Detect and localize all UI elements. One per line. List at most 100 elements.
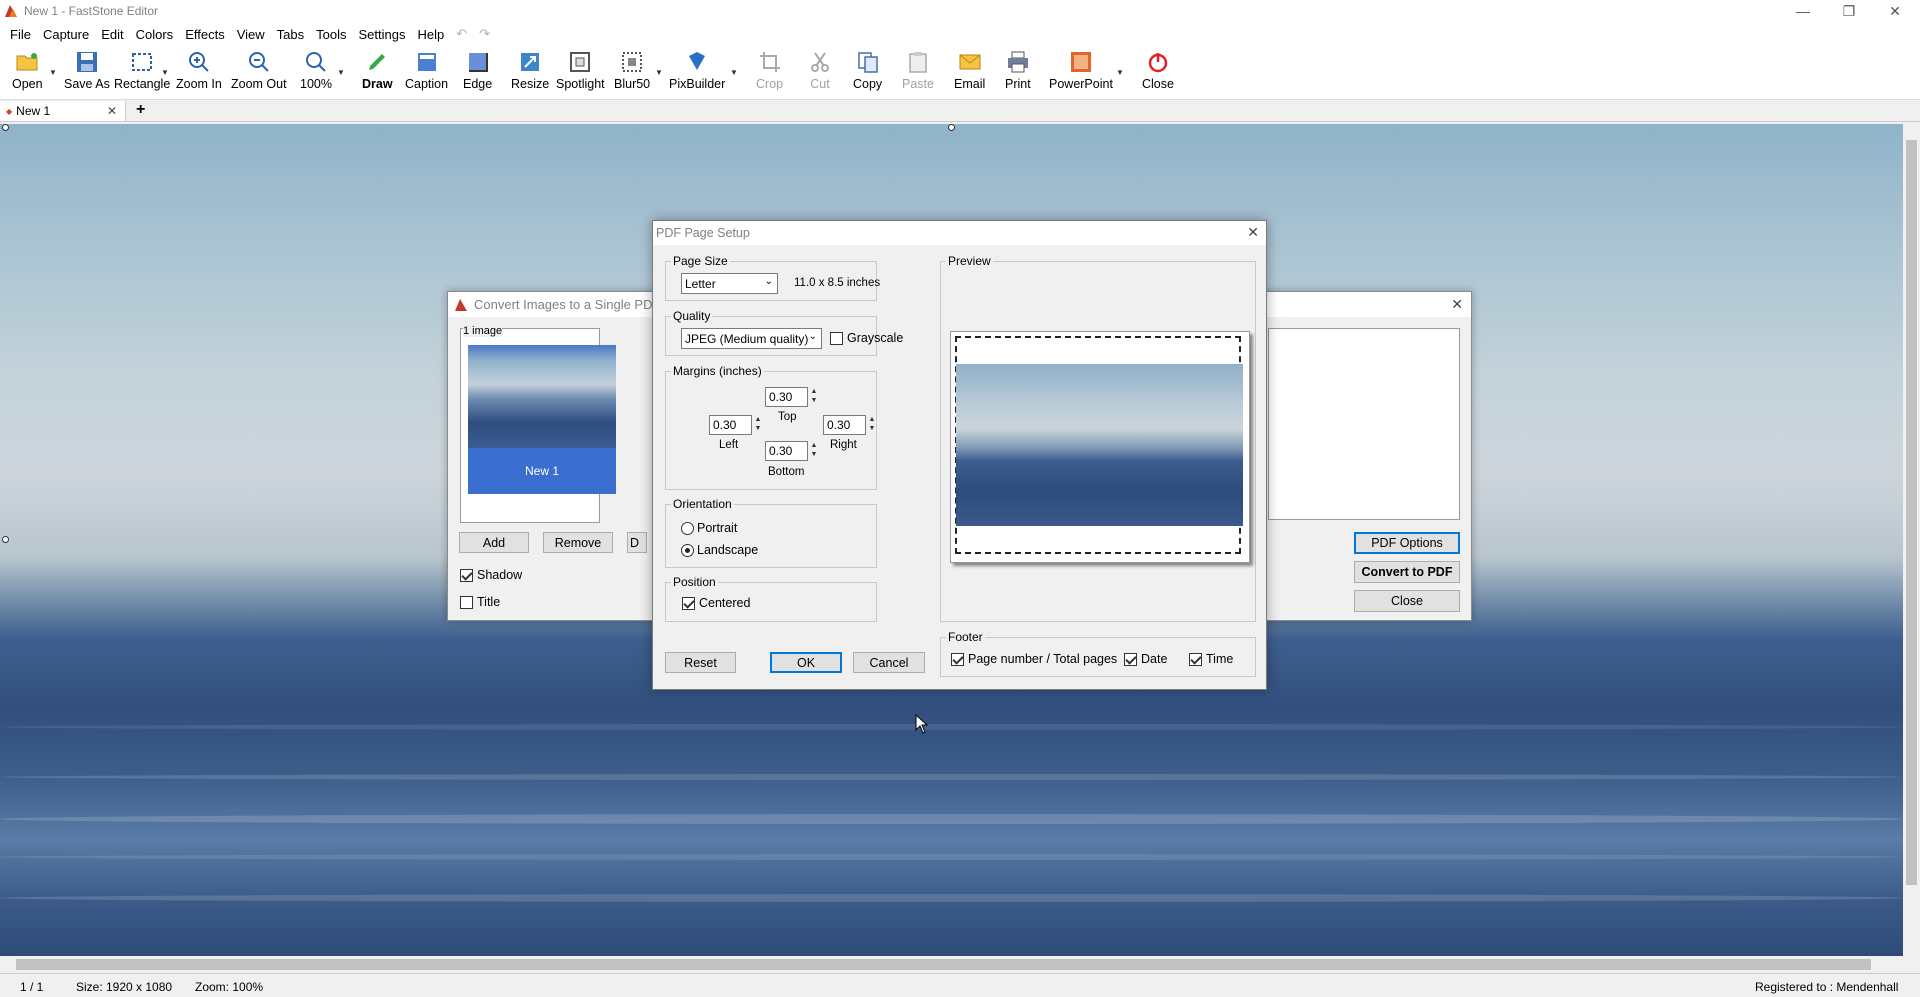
- scroll-thumb[interactable]: [16, 959, 1871, 970]
- menu-view[interactable]: View: [231, 27, 271, 42]
- preview-page: [950, 331, 1250, 563]
- tab-new-1[interactable]: ◆ New 1 ✕: [0, 101, 126, 121]
- crop-button[interactable]: Crop: [756, 50, 783, 98]
- margin-top-spinner[interactable]: 0.30 ▲ ▼: [765, 387, 818, 407]
- ok-button[interactable]: OK: [770, 652, 842, 673]
- spotlight-button[interactable]: Spotlight: [556, 50, 605, 98]
- new-tab-button[interactable]: +: [136, 101, 145, 119]
- spinner-arrows-icon[interactable]: ▲ ▼: [867, 415, 877, 435]
- powerpoint-button[interactable]: PowerPoint: [1049, 50, 1113, 98]
- redo-icon[interactable]: ↷: [473, 26, 496, 42]
- menu-help[interactable]: Help: [411, 27, 450, 42]
- scroll-thumb[interactable]: [1906, 140, 1917, 885]
- edge-icon: [468, 53, 488, 72]
- menu-file[interactable]: File: [4, 27, 37, 42]
- paste-button[interactable]: Paste: [902, 50, 934, 98]
- zoom-out-button[interactable]: Zoom Out: [231, 50, 287, 98]
- close-dialog-button[interactable]: Close: [1354, 590, 1460, 612]
- tab-close-icon[interactable]: ✕: [107, 104, 117, 118]
- resize-handle[interactable]: [948, 124, 955, 131]
- close-image-button[interactable]: Close: [1142, 50, 1174, 98]
- remove-button[interactable]: Remove: [543, 532, 613, 553]
- restore-button[interactable]: ❐: [1826, 0, 1872, 22]
- menu-effects[interactable]: Effects: [179, 27, 231, 42]
- vertical-scrollbar[interactable]: [1903, 124, 1920, 956]
- powerpoint-dropdown-icon[interactable]: ▼: [1116, 68, 1124, 77]
- title-checkbox[interactable]: Title: [460, 595, 500, 609]
- powerpoint-icon: [1070, 52, 1091, 72]
- tab-label: New 1: [16, 104, 51, 118]
- footer-time-checkbox[interactable]: Time: [1189, 652, 1233, 666]
- menu-settings[interactable]: Settings: [352, 27, 411, 42]
- cancel-button[interactable]: Cancel: [853, 652, 925, 673]
- shadow-checkbox[interactable]: Shadow: [460, 568, 522, 582]
- portrait-radio[interactable]: Portrait: [681, 521, 737, 535]
- dialog-close-icon[interactable]: ✕: [1247, 224, 1259, 241]
- caption-button[interactable]: Caption: [405, 50, 448, 98]
- copy-button[interactable]: Copy: [853, 50, 882, 98]
- open-dropdown-icon[interactable]: ▼: [49, 68, 57, 77]
- zoom-in-icon: [188, 52, 209, 72]
- blur-button[interactable]: Blur50: [614, 50, 650, 98]
- top-label: Top: [778, 411, 797, 423]
- blur-dropdown-icon[interactable]: ▼: [655, 68, 663, 77]
- margin-bottom-spinner[interactable]: 0.30 ▲ ▼: [765, 441, 818, 461]
- margin-right-spinner[interactable]: 0.30 ▲ ▼: [823, 415, 876, 435]
- undo-icon[interactable]: ↶: [450, 26, 473, 42]
- dialog-close-icon[interactable]: ✕: [1451, 296, 1463, 313]
- spinner-arrows-icon[interactable]: ▲ ▼: [809, 441, 819, 461]
- centered-checkbox[interactable]: Centered: [682, 596, 750, 610]
- page-size-select[interactable]: Letter ⌄: [681, 273, 778, 294]
- paste-icon: [909, 52, 927, 73]
- edge-button[interactable]: Edge: [463, 50, 492, 98]
- margin-left-spinner[interactable]: 0.30 ▲ ▼: [709, 415, 762, 435]
- email-button[interactable]: Email: [954, 50, 985, 98]
- cut-button[interactable]: Cut: [808, 50, 832, 98]
- zoom-level-button[interactable]: 100%: [300, 50, 332, 98]
- menu-colors[interactable]: Colors: [130, 27, 180, 42]
- resize-handle[interactable]: [2, 536, 9, 543]
- spinner-arrows-icon[interactable]: ▲ ▼: [809, 387, 819, 407]
- menu-capture[interactable]: Capture: [37, 27, 95, 42]
- draw-button[interactable]: Draw: [362, 50, 393, 98]
- print-button[interactable]: Print: [1005, 50, 1031, 98]
- rectangle-dropdown-icon[interactable]: ▼: [161, 68, 169, 77]
- grayscale-checkbox[interactable]: Grayscale: [830, 331, 903, 345]
- open-button[interactable]: Open: [12, 50, 43, 98]
- image-thumbnail[interactable]: [468, 345, 616, 448]
- landscape-radio[interactable]: Landscape: [681, 543, 758, 557]
- group-title: Footer: [946, 630, 985, 644]
- resize-button[interactable]: Resize: [511, 50, 549, 98]
- status-bar: 1 / 1 Size: 1920 x 1080 Zoom: 100% Regis…: [0, 973, 1920, 997]
- horizontal-scrollbar[interactable]: [0, 956, 1903, 973]
- list-panel-right[interactable]: [1268, 328, 1460, 520]
- save-as-button[interactable]: Save As: [64, 50, 110, 98]
- menu-tools[interactable]: Tools: [310, 27, 352, 42]
- pdf-options-button[interactable]: PDF Options: [1354, 532, 1460, 554]
- convert-to-pdf-button[interactable]: Convert to PDF: [1354, 561, 1460, 583]
- spinner-value[interactable]: 0.30: [709, 415, 752, 435]
- menu-bar: File Capture Edit Colors Effects View Ta…: [0, 22, 1920, 46]
- footer-date-checkbox[interactable]: Date: [1124, 652, 1167, 666]
- reset-button[interactable]: Reset: [665, 652, 736, 673]
- resize-handle[interactable]: [2, 124, 9, 131]
- pixbuilder-dropdown-icon[interactable]: ▼: [730, 68, 738, 77]
- pixbuilder-button[interactable]: PixBuilder: [669, 50, 725, 98]
- window-close-button[interactable]: ✕: [1872, 0, 1918, 22]
- footer-page-number-checkbox[interactable]: Page number / Total pages: [951, 652, 1117, 666]
- partial-button[interactable]: D: [627, 532, 647, 553]
- spinner-value[interactable]: 0.30: [765, 387, 808, 407]
- spinner-value[interactable]: 0.30: [823, 415, 866, 435]
- zoom-dropdown-icon[interactable]: ▼: [337, 68, 345, 77]
- menu-tabs[interactable]: Tabs: [271, 27, 310, 42]
- spinner-value[interactable]: 0.30: [765, 441, 808, 461]
- checkbox-label: Shadow: [477, 568, 523, 582]
- quality-select[interactable]: JPEG (Medium quality) ⌄: [681, 328, 822, 349]
- spinner-arrows-icon[interactable]: ▲ ▼: [753, 415, 763, 435]
- group-title: Orientation: [671, 497, 734, 511]
- wave-decoration: [0, 724, 1903, 730]
- add-button[interactable]: Add: [459, 532, 529, 553]
- minimize-button[interactable]: —: [1780, 0, 1826, 22]
- zoom-in-button[interactable]: Zoom In: [176, 50, 222, 98]
- menu-edit[interactable]: Edit: [95, 27, 129, 42]
